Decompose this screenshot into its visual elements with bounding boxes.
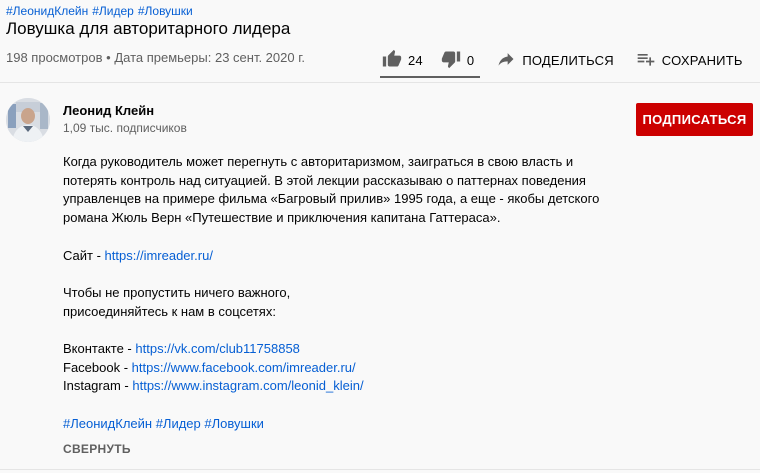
sentiment-bar: [380, 76, 480, 78]
save-label: СОХРАНИТЬ: [661, 52, 743, 68]
video-meta: 198 просмотров • Дата премьеры: 23 сент.…: [6, 50, 305, 65]
join-line: присоединяйтесь к нам в соцсетях:: [63, 303, 276, 319]
hashtag-link[interactable]: #ЛеонидКлейн: [63, 416, 152, 431]
channel-avatar[interactable]: [6, 98, 50, 142]
share-label: ПОДЕЛИТЬСЯ: [522, 52, 614, 68]
save-button[interactable]: СОХРАНИТЬ: [636, 49, 743, 72]
site-link[interactable]: https://imreader.ru/: [105, 248, 213, 263]
site-label: Сайт -: [63, 247, 105, 263]
social-line-facebook: Facebook - https://www.facebook.com/imre…: [63, 359, 663, 378]
avatar-photo: [6, 98, 50, 142]
channel-name[interactable]: Леонид Клейн: [63, 103, 154, 118]
divider: [0, 469, 760, 470]
hashtag-link[interactable]: #Ловушки: [204, 416, 264, 431]
video-title: Ловушка для авторитарного лидера: [6, 19, 291, 38]
playlist-add-icon: [636, 49, 656, 72]
view-count: 198 просмотров: [6, 50, 103, 65]
thumbs-down-icon: [441, 49, 461, 72]
description-line: управленцев на примере фильма «Багровый …: [63, 191, 600, 207]
meta-separator: •: [106, 50, 111, 65]
dislike-button[interactable]: 0: [441, 49, 474, 72]
video-hashtags: #ЛеонидКлейн #Лидер #Ловушки: [6, 4, 197, 18]
hashtag-link[interactable]: #ЛеонидКлейн: [6, 4, 88, 18]
premiere-date: Дата премьеры: 23 сент. 2020 г.: [114, 50, 305, 65]
hashtag-link[interactable]: #Лидер: [156, 416, 201, 431]
hashtag-link[interactable]: #Ловушки: [138, 4, 193, 18]
join-line: Чтобы не пропустить ничего важного,: [63, 284, 291, 300]
social-label: Вконтакте -: [63, 340, 136, 356]
social-label: Instagram -: [63, 378, 133, 394]
facebook-link[interactable]: https://www.facebook.com/imreader.ru/: [132, 360, 356, 375]
sentiment-bar-fill: [380, 76, 480, 78]
social-label: Facebook -: [63, 359, 132, 375]
collapse-description-button[interactable]: СВЕРНУТЬ: [63, 442, 131, 456]
vk-link[interactable]: https://vk.com/club11758858: [135, 341, 300, 356]
social-line-vk: Вконтакте - https://vk.com/club11758858: [63, 340, 663, 359]
description-line: Когда руководитель может перегнуть с авт…: [63, 154, 574, 169]
subscribe-button[interactable]: ПОДПИСАТЬСЯ: [636, 103, 753, 136]
share-arrow-icon: [496, 49, 516, 72]
thumbs-up-icon: [382, 49, 402, 72]
hashtag-link[interactable]: #Лидер: [92, 4, 134, 18]
site-line: Сайт - https://imreader.ru/: [63, 247, 663, 266]
description-line: романа Жюль Верн «Путешествие и приключе…: [63, 210, 501, 226]
like-count: 24: [408, 52, 423, 68]
video-description: Когда руководитель может перегнуть с авт…: [63, 153, 663, 433]
social-line-instagram: Instagram - https://www.instagram.com/le…: [63, 377, 663, 396]
subscriber-count: 1,09 тыс. подписчиков: [63, 121, 187, 135]
divider: [0, 82, 760, 83]
instagram-link[interactable]: https://www.instagram.com/leonid_klein/: [132, 378, 363, 393]
share-button[interactable]: ПОДЕЛИТЬСЯ: [496, 49, 614, 72]
dislike-count: 0: [466, 52, 475, 68]
video-actions: 24 0 ПОДЕЛИТЬСЯ СОХРАНИТЬ: [380, 46, 760, 74]
description-line: потерять контроль над ситуацией. В этой …: [63, 172, 586, 188]
description-hashtags: #ЛеонидКлейн #Лидер #Ловушки: [63, 415, 663, 434]
like-button[interactable]: 24: [382, 49, 423, 72]
